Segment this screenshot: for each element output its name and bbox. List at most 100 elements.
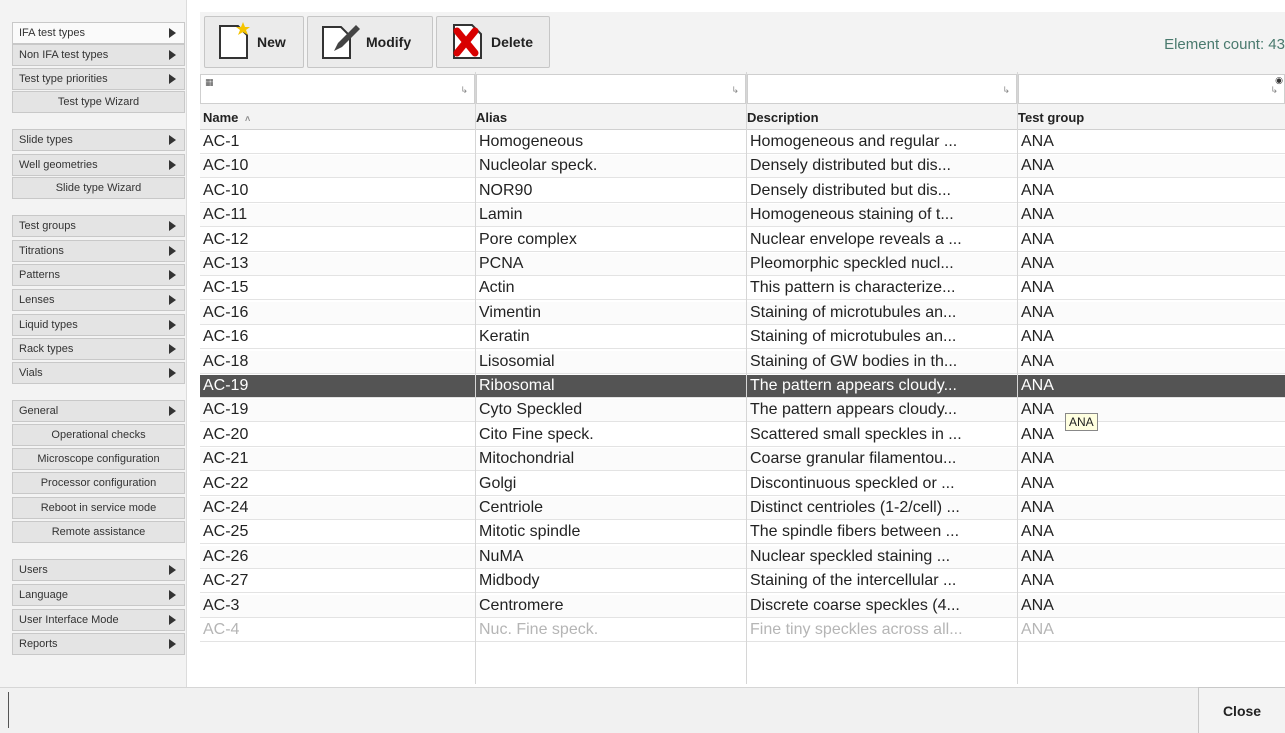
table-row[interactable]: AC-10 Nucleolar speck. Densely distributed…	[200, 155, 1285, 179]
header-alias[interactable]: Alias	[476, 110, 507, 125]
cell-description: Staining of the intercellular ...	[750, 572, 957, 590]
table-row[interactable]: AC-16 Vimentin Staining of microtubules an…	[200, 301, 1285, 325]
cell-description: Coarse granular filamentou...	[750, 450, 957, 468]
table-row[interactable]: AC-21 Mitochondrial Coarse granular filame…	[200, 448, 1285, 472]
status-divider	[8, 692, 9, 728]
modify-button[interactable]: Modify	[307, 16, 433, 68]
cell-description: The pattern appears cloudy...	[750, 401, 957, 419]
sidebar: IFA test types Non IFA test types Test typ…	[0, 0, 187, 687]
sidebar-item-operational-checks[interactable]: Operational checks	[12, 424, 185, 446]
cell-alias: Actin	[479, 279, 515, 297]
cell-test-group: ANA	[1021, 621, 1054, 638]
cell-name: AC-20	[203, 425, 249, 443]
cell-name: AC-12	[203, 230, 249, 248]
sidebar-item-patterns[interactable]: Patterns	[12, 264, 185, 286]
delete-button[interactable]: Delete	[436, 16, 550, 68]
cell-description: Pleomorphic speckled nucl...	[750, 255, 954, 272]
bottom-bar	[0, 687, 1285, 733]
cell-name: AC-24	[203, 499, 249, 516]
sidebar-item-language[interactable]: Language	[12, 584, 185, 606]
table-row[interactable]: AC-27 Midbody Staining of the intercellula…	[200, 570, 1285, 594]
filter-settings-icon[interactable]: ▦	[205, 77, 214, 88]
sidebar-item-reports[interactable]: Reports	[12, 633, 185, 655]
sidebar-item-user-interface-mode[interactable]: User Interface Mode	[12, 609, 185, 631]
table-row[interactable]: AC-18 Lisosomial Staining of GW bodies in …	[200, 350, 1285, 374]
cell-name: AC-16	[203, 303, 249, 321]
cell-description: Densely distributed but dis...	[750, 157, 951, 175]
sidebar-item-microscope-configuration[interactable]: Microscope configuration	[12, 448, 185, 470]
column-divider	[475, 72, 476, 684]
sidebar-item-reboot-in-service-mode[interactable]: Reboot in service mode	[12, 497, 185, 519]
cell-alias: Lamin	[479, 206, 523, 224]
sidebar-item-processor-configuration[interactable]: Processor configuration	[12, 472, 185, 494]
cell-test-group: ANA	[1021, 401, 1054, 419]
sidebar-item-remote-assistance[interactable]: Remote assistance	[12, 521, 185, 543]
cell-test-group: ANA	[1021, 572, 1054, 590]
new-button[interactable]: New	[204, 16, 304, 68]
cell-description: Scattered small speckles in ...	[750, 425, 962, 443]
table-row[interactable]: AC-24 Centriole Distinct centrioles (1-2/c…	[200, 497, 1285, 520]
table-row[interactable]: AC-19 Ribosomal The pattern appears cloudy…	[200, 375, 1285, 398]
cell-description: This pattern is characterize...	[750, 279, 956, 297]
table-row[interactable]: AC-20 Cito Fine speck. Scattered small spe…	[200, 423, 1285, 447]
table-row[interactable]: AC-11 Lamin Homogeneous staining of t... AN…	[200, 204, 1285, 228]
cell-name: AC-18	[203, 352, 249, 370]
sidebar-item-vials[interactable]: Vials	[12, 362, 185, 384]
cell-test-group: ANA	[1021, 425, 1054, 443]
sidebar-item-liquid-types[interactable]: Liquid types	[12, 314, 185, 336]
filter-name[interactable]: ▦ ↳	[200, 74, 475, 104]
cell-alias: Cito Fine speck.	[479, 425, 594, 443]
table-row[interactable]: AC-22 Golgi Discontinuous speckled or ... A…	[200, 472, 1285, 496]
close-button[interactable]: Close	[1198, 687, 1285, 733]
sidebar-item-test-type-priorities[interactable]: Test type priorities	[12, 68, 185, 90]
cell-name: AC-27	[203, 572, 249, 590]
filter-icon: ↳	[1002, 85, 1010, 95]
sidebar-item-test-type-wizard[interactable]: Test type Wizard	[12, 91, 185, 113]
cell-alias: Nuc. Fine speck.	[479, 621, 599, 638]
sidebar-item-test-groups[interactable]: Test groups	[12, 215, 185, 237]
sort-ascending-icon: ˄	[245, 114, 251, 124]
header-test-group[interactable]: Test group	[1018, 110, 1084, 125]
sidebar-item-general[interactable]: General	[12, 400, 185, 422]
cell-test-group: ANA	[1021, 596, 1054, 614]
sidebar-item-ifa-test-types[interactable]: IFA test types	[12, 22, 185, 44]
table-row[interactable]: AC-12 Pore complex Nuclear envelope reveal…	[200, 228, 1285, 252]
sidebar-item-lenses[interactable]: Lenses	[12, 289, 185, 311]
filter-row: ▦ ↳ ↳ ↳ ↳ ◉	[200, 72, 1285, 106]
sidebar-item-well-geometries[interactable]: Well geometries	[12, 154, 185, 176]
cell-description: Staining of microtubules an...	[750, 328, 957, 346]
cell-name: AC-15	[203, 279, 249, 297]
table-row[interactable]: AC-4 Nuc. Fine speck. Fine tiny speckles a…	[200, 619, 1285, 642]
sidebar-item-users[interactable]: Users	[12, 559, 185, 581]
table-row[interactable]: AC-10 NOR90 Densely distributed but dis...…	[200, 179, 1285, 203]
cell-test-group: ANA	[1021, 181, 1054, 199]
cell-description: Staining of GW bodies in th...	[750, 352, 958, 370]
edit-icon	[320, 21, 366, 64]
sidebar-item-slide-types[interactable]: Slide types	[12, 129, 185, 151]
column-chooser-icon[interactable]: ◉	[1275, 75, 1283, 86]
table-row[interactable]: AC-25 Mitotic spindle The spindle fibers b…	[200, 521, 1285, 545]
cell-name: AC-22	[203, 474, 249, 492]
sidebar-item-non-ifa-test-types[interactable]: Non IFA test types	[12, 44, 185, 66]
filter-alias[interactable]: ↳	[476, 74, 746, 104]
sidebar-item-titrations[interactable]: Titrations	[12, 240, 185, 262]
cell-name: AC-11	[203, 206, 248, 224]
cell-name: AC-19	[203, 377, 249, 394]
table-row[interactable]: AC-26 NuMA Nuclear speckled staining ... AN…	[200, 545, 1285, 569]
table-row[interactable]: AC-1 Homogeneous Homogeneous and regular .…	[200, 131, 1285, 154]
filter-description[interactable]: ↳	[747, 74, 1017, 104]
table-row[interactable]: AC-13 PCNA Pleomorphic speckled nucl... ANA	[200, 253, 1285, 276]
table-row[interactable]: AC-16 Keratin Staining of microtubules an.…	[200, 326, 1285, 350]
sidebar-item-rack-types[interactable]: Rack types	[12, 338, 185, 360]
table-row[interactable]: AC-19 Cyto Speckled The pattern appears cl…	[200, 399, 1285, 423]
filter-test-group[interactable]: ↳ ◉	[1018, 74, 1285, 104]
app-window: IFA test types Non IFA test types Test typ…	[0, 0, 1285, 733]
cell-name: AC-16	[203, 328, 249, 346]
table-row[interactable]: AC-3 Centromere Discrete coarse speckles (…	[200, 594, 1285, 618]
table-row[interactable]: AC-15 Actin This pattern is characterize..…	[200, 277, 1285, 301]
filter-icon: ↳	[1270, 85, 1278, 95]
sidebar-item-slide-type-wizard[interactable]: Slide type Wizard	[12, 177, 185, 199]
header-name[interactable]: Name ˄	[203, 110, 250, 125]
header-description[interactable]: Description	[747, 110, 819, 125]
cell-description: Discontinuous speckled or ...	[750, 474, 955, 492]
